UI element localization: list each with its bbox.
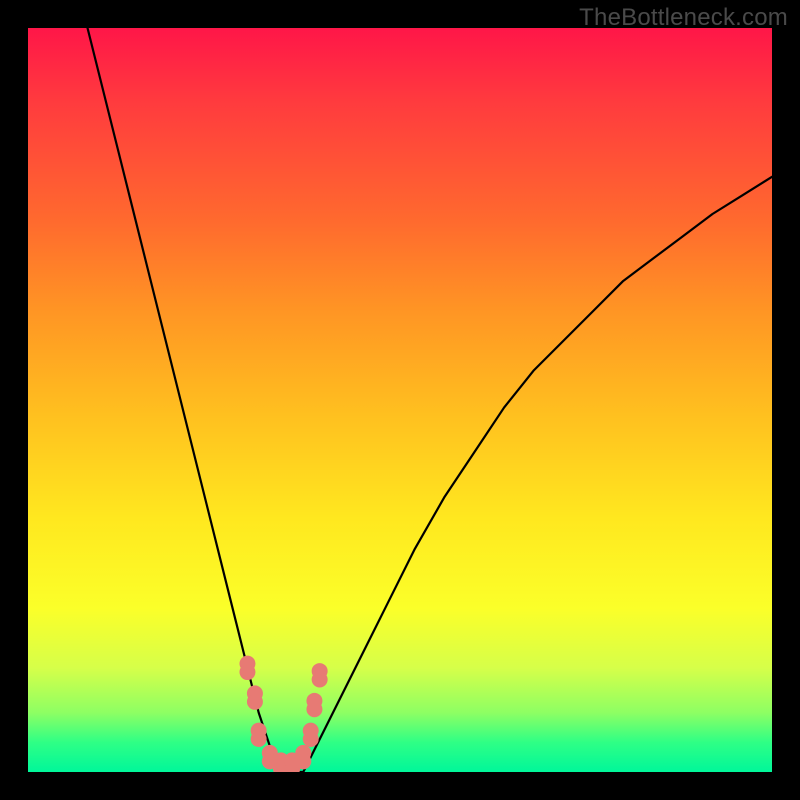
marker-point [251,723,266,746]
marker-point [312,664,327,687]
watermark-text: TheBottleneck.com [579,4,788,32]
bottleneck-curve [88,28,772,772]
plot-area [28,28,772,772]
marker-point [240,656,255,679]
marker-point [303,723,318,746]
chart-frame: TheBottleneck.com [0,0,800,800]
curve-svg [28,28,772,772]
marker-point [296,745,311,768]
marker-point [307,693,322,716]
marker-point [247,686,262,709]
marker-group [240,656,327,772]
